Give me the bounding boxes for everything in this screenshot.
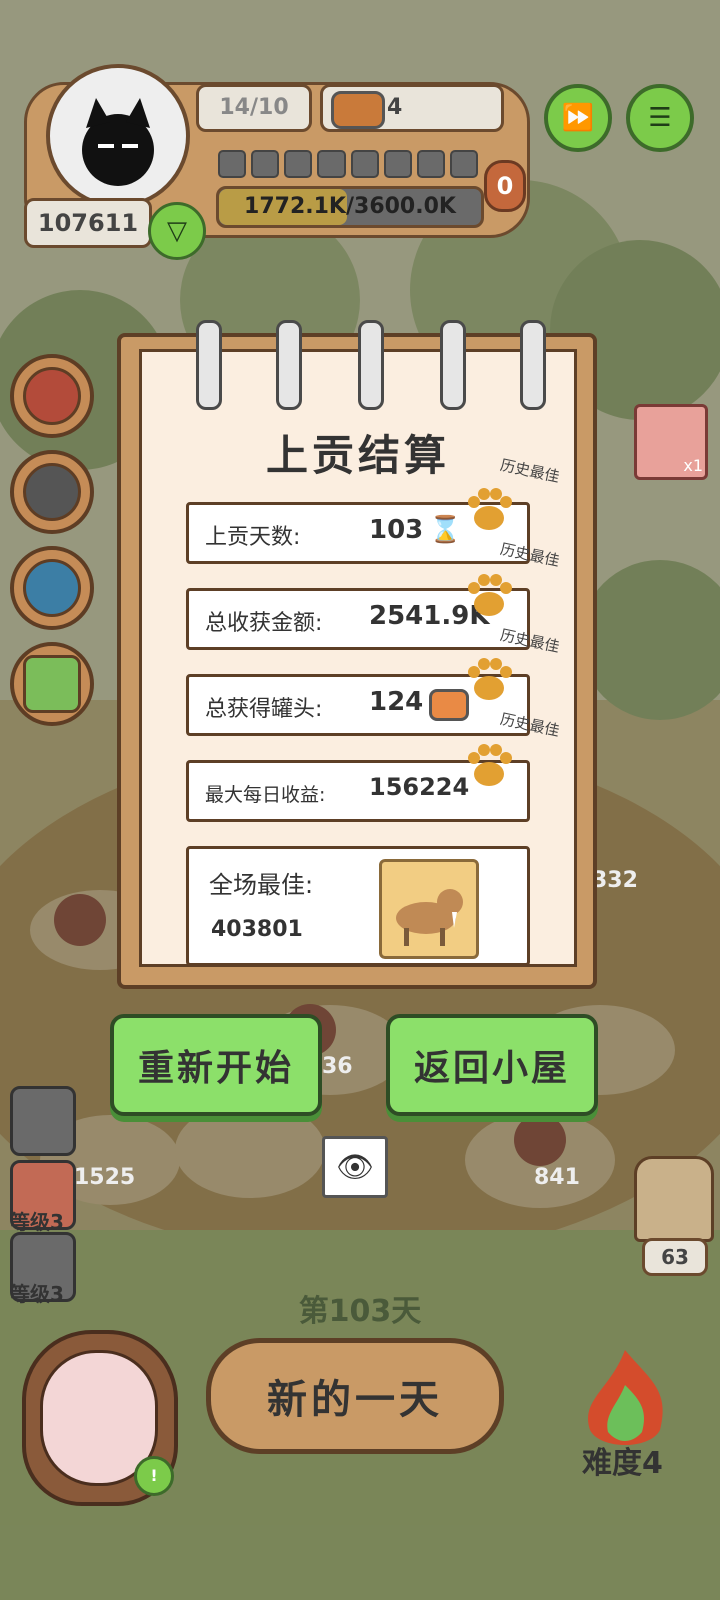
row-value: 103 xyxy=(369,515,424,545)
row-overall-best: 全场最佳: 403801 xyxy=(186,846,530,966)
notebook-ring xyxy=(358,320,384,410)
row-value: 156224 xyxy=(369,773,470,801)
day-label: 第103天 xyxy=(298,1294,422,1329)
notebook-ring xyxy=(276,320,302,410)
side-button-device[interactable] xyxy=(10,642,94,726)
owl-icon[interactable] xyxy=(634,1156,714,1242)
notebook-ring xyxy=(440,320,466,410)
can-icon xyxy=(331,91,385,129)
paw-stamp-icon xyxy=(468,744,512,786)
side-button-toy[interactable] xyxy=(10,546,94,630)
scroll-item-icon[interactable]: x1 xyxy=(634,404,708,480)
saber-tooth-cat-icon xyxy=(379,859,479,959)
cat-slot-1[interactable] xyxy=(10,1086,76,1156)
restart-button[interactable]: 重新开始 xyxy=(110,1014,322,1116)
black-cat-icon xyxy=(82,98,154,186)
eye-icon[interactable]: 👁 xyxy=(322,1136,388,1198)
cans-value: 4 xyxy=(387,95,403,120)
alert-badge[interactable]: 0 xyxy=(484,160,526,212)
tile-count: 1525 xyxy=(74,1165,136,1190)
cat-level-label: 等级3 xyxy=(10,1210,64,1234)
best-record-label: 历史最佳 xyxy=(498,709,562,741)
row-value: 124 xyxy=(369,687,424,717)
days-progress: 14/10 xyxy=(196,84,312,132)
row-label: 最大每日收益: xyxy=(205,784,326,806)
tile-count: 36 xyxy=(322,1054,353,1079)
heart-dropdown-icon[interactable]: ▽ xyxy=(148,202,206,260)
side-button-collar[interactable] xyxy=(10,450,94,534)
owl-count: 63 xyxy=(642,1238,708,1276)
overall-best-label: 全场最佳: xyxy=(209,871,314,899)
return-home-button[interactable]: 返回小屋 xyxy=(386,1014,598,1116)
menu-icon[interactable]: ☰ xyxy=(626,84,694,152)
row-label: 总获得罐头: xyxy=(205,697,323,722)
best-record-label: 历史最佳 xyxy=(498,625,562,657)
money-progress-text: 1772.1K/3600.0K xyxy=(244,194,456,219)
fast-forward-icon[interactable]: ⏩ xyxy=(544,84,612,152)
overall-best-value: 403801 xyxy=(211,917,303,942)
tile-count: 332 xyxy=(592,868,638,893)
coin-counter: 107611 xyxy=(24,198,152,248)
tile-count: 841 xyxy=(534,1165,580,1190)
paw-stamp-icon xyxy=(468,574,512,616)
flame-icon xyxy=(588,1350,663,1445)
notebook-paper: 上贡结算 上贡天数: 103 ⌛ 总收获金额: 2541.9K 总获得罐头: 1… xyxy=(139,320,577,967)
paw-stamp-icon xyxy=(468,488,512,530)
money-progress-bar: 1772.1K/3600.0K xyxy=(216,186,484,228)
tribute-settlement-dialog: 上贡结算 上贡天数: 103 ⌛ 总收获金额: 2541.9K 总获得罐头: 1… xyxy=(117,320,597,989)
day-slots xyxy=(218,150,478,178)
notebook-ring xyxy=(520,320,546,410)
row-label: 上贡天数: xyxy=(205,525,301,550)
paw-stamp-icon xyxy=(468,658,512,700)
cans-counter: 4 xyxy=(320,84,504,132)
row-label: 总收获金额: xyxy=(205,611,323,636)
difficulty-label: 难度4 xyxy=(582,1446,663,1481)
alert-icon: ! xyxy=(134,1456,174,1496)
best-record-label: 历史最佳 xyxy=(498,539,562,571)
hourglass-icon: ⌛ xyxy=(429,515,462,545)
side-button-bowl[interactable] xyxy=(10,354,94,438)
notebook-ring xyxy=(196,320,222,410)
player-avatar[interactable] xyxy=(46,64,190,208)
new-day-button[interactable]: 新的一天 xyxy=(206,1338,504,1454)
scroll-item-count: x1 xyxy=(683,456,703,475)
